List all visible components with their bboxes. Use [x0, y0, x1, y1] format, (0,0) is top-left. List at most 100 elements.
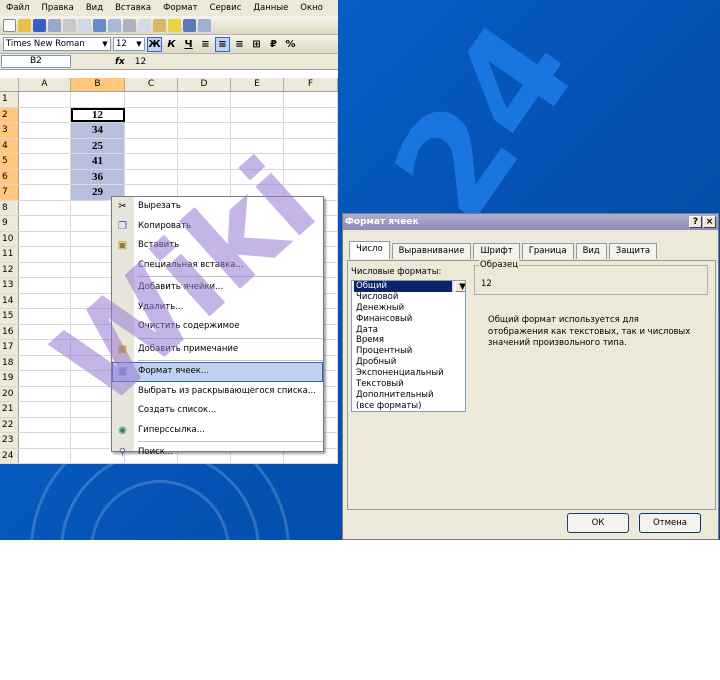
cell-c4[interactable] [125, 138, 178, 153]
underline-button[interactable]: Ч [181, 37, 196, 52]
format-painter-icon[interactable] [168, 18, 181, 32]
permission-icon[interactable] [48, 18, 61, 32]
cell-d1[interactable] [178, 92, 231, 107]
row-header[interactable]: 12 [0, 262, 19, 277]
align-right-icon[interactable]: ≡ [232, 37, 247, 52]
cell-a19[interactable] [19, 371, 71, 386]
cell-f3[interactable] [284, 123, 338, 138]
list-scrollbar[interactable]: ▲ ▼ [452, 281, 465, 292]
row-header[interactable]: 24 [0, 448, 19, 463]
cell-d2[interactable] [178, 107, 231, 122]
formula-input[interactable]: 12 [135, 57, 146, 67]
column-header[interactable]: B [71, 78, 125, 91]
cell-b4[interactable]: 25 [71, 138, 125, 153]
preview-icon[interactable] [78, 18, 91, 32]
row-header[interactable]: 7 [0, 185, 19, 200]
menu-item-create-list[interactable]: Создать список... [112, 401, 323, 421]
align-center-icon[interactable]: ≡ [215, 36, 230, 52]
cell-d3[interactable] [178, 123, 231, 138]
format-list-item[interactable]: Дополнительный [354, 390, 465, 401]
menu-edit[interactable]: Правка [35, 3, 79, 13]
cell-a7[interactable] [19, 185, 71, 200]
cell-e6[interactable] [231, 169, 284, 184]
cell-b6[interactable]: 36 [71, 169, 125, 184]
cell-e4[interactable] [231, 138, 284, 153]
cell-f6[interactable] [284, 169, 338, 184]
format-list-item[interactable]: Дробный [354, 357, 465, 368]
cell-d5[interactable] [178, 154, 231, 169]
tab-patterns[interactable]: Вид [575, 243, 607, 259]
cell-a11[interactable] [19, 247, 71, 262]
cell-d4[interactable] [178, 138, 231, 153]
fx-icon[interactable]: fx [115, 57, 125, 67]
select-all-corner[interactable] [0, 78, 19, 91]
menu-item-copy[interactable]: ❐ Копировать [112, 217, 323, 237]
menu-insert[interactable]: Вставка [109, 3, 157, 13]
tab-protection[interactable]: Защита [608, 243, 658, 259]
help-button[interactable]: ? [689, 216, 702, 228]
row-header[interactable]: 3 [0, 123, 19, 138]
cell-a5[interactable] [19, 154, 71, 169]
format-list-item[interactable]: Время [354, 335, 465, 346]
format-list-item[interactable]: Экспоненциальный [354, 368, 465, 379]
paste-icon[interactable] [153, 18, 166, 32]
menu-item-format-cells[interactable]: ▦ Формат ячеек... [112, 362, 323, 382]
cell-a22[interactable] [19, 417, 71, 432]
save-icon[interactable] [33, 18, 46, 32]
row-header[interactable]: 18 [0, 355, 19, 370]
font-size-combo[interactable]: 12 ▼ [113, 37, 145, 51]
cell-f1[interactable] [284, 92, 338, 107]
cell-c6[interactable] [125, 169, 178, 184]
cell-e5[interactable] [231, 154, 284, 169]
cell-c5[interactable] [125, 154, 178, 169]
menu-tools[interactable]: Сервис [204, 3, 248, 13]
italic-button[interactable]: К [164, 37, 179, 52]
bold-button[interactable]: Ж [147, 36, 162, 52]
cell-e2[interactable] [231, 107, 284, 122]
research-icon[interactable] [108, 18, 121, 32]
menu-item-pick-from-list[interactable]: Выбрать из раскрывающегося списка... [112, 382, 323, 402]
cell-a10[interactable] [19, 231, 71, 246]
cell-e1[interactable] [231, 92, 284, 107]
row-header[interactable]: 16 [0, 324, 19, 339]
cell-d6[interactable] [178, 169, 231, 184]
cell-e3[interactable] [231, 123, 284, 138]
cell-a9[interactable] [19, 216, 71, 231]
menu-item-clear-contents[interactable]: Очистить содержимое [112, 317, 323, 337]
menu-view[interactable]: Вид [80, 3, 109, 13]
copy-icon[interactable] [138, 18, 151, 32]
column-header[interactable]: F [284, 78, 338, 91]
tab-font[interactable]: Шрифт [473, 243, 520, 259]
format-list-item[interactable]: Дата [354, 325, 465, 336]
cell-a20[interactable] [19, 386, 71, 401]
row-header[interactable]: 4 [0, 138, 19, 153]
column-header[interactable]: D [178, 78, 231, 91]
format-list-item[interactable]: Финансовый [354, 314, 465, 325]
print-icon[interactable] [63, 18, 76, 32]
menu-item-paste[interactable]: ▣ Вставить [112, 236, 323, 256]
cell-b2[interactable]: 12 [71, 107, 125, 122]
row-header[interactable]: 10 [0, 231, 19, 246]
row-header[interactable]: 1 [0, 92, 19, 107]
ok-button[interactable]: ОК [567, 513, 629, 533]
row-header[interactable]: 20 [0, 386, 19, 401]
cell-c1[interactable] [125, 92, 178, 107]
row-header[interactable]: 21 [0, 402, 19, 417]
cell-a13[interactable] [19, 278, 71, 293]
formats-list[interactable]: Общий Числовой Денежный Финансовый Дата Время… [351, 280, 466, 412]
spelling-icon[interactable] [93, 18, 106, 32]
row-header[interactable]: 23 [0, 433, 19, 448]
cell-f2[interactable] [284, 107, 338, 122]
menu-item-lookup[interactable]: ⚲ Поиск... [112, 443, 323, 463]
cell-a8[interactable] [19, 200, 71, 215]
scroll-down-icon[interactable]: ▼ [455, 281, 465, 292]
row-header[interactable]: 14 [0, 293, 19, 308]
cell-c2[interactable] [125, 107, 178, 122]
cell-a23[interactable] [19, 433, 71, 448]
row-header[interactable]: 6 [0, 169, 19, 184]
row-header[interactable]: 9 [0, 216, 19, 231]
format-list-item[interactable]: Общий [354, 281, 465, 292]
cell-a24[interactable] [19, 448, 71, 463]
cell-a21[interactable] [19, 402, 71, 417]
column-header[interactable]: C [125, 78, 178, 91]
